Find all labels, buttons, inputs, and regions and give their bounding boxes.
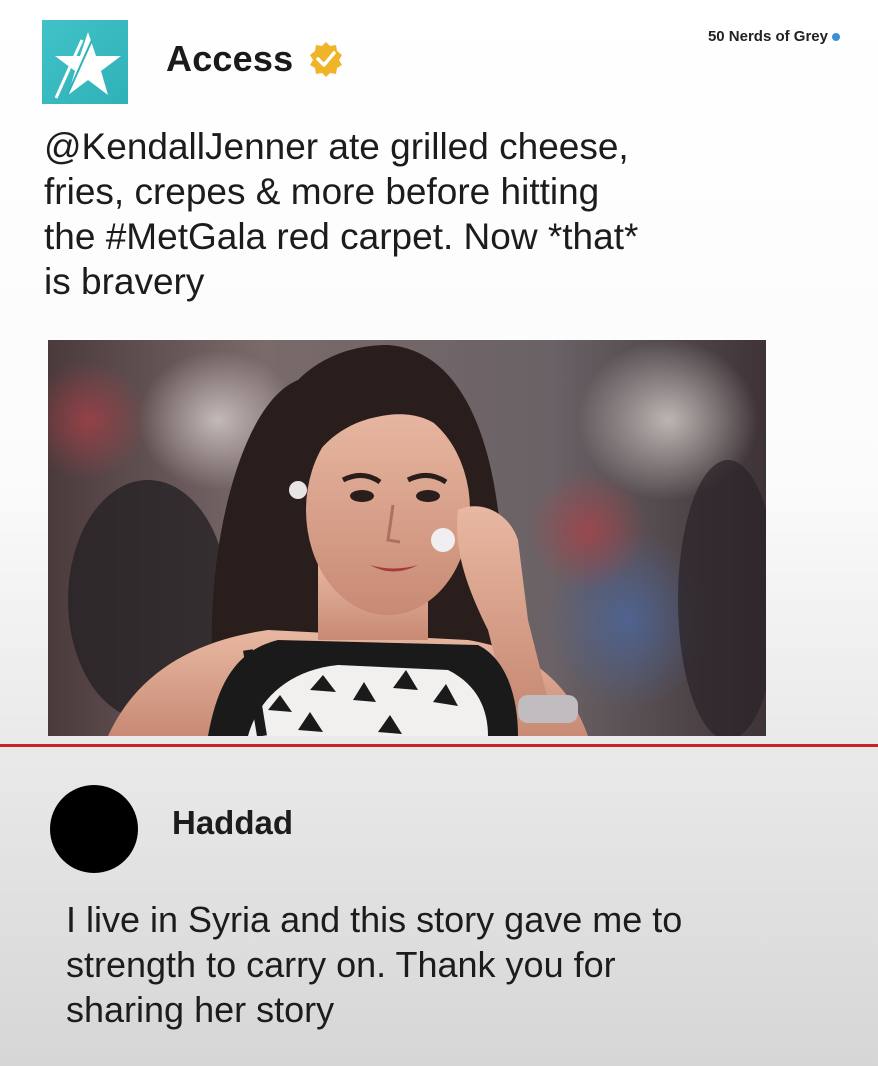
reply-text: I live in Syria and this story gave me t… [66, 899, 683, 1030]
reply-avatar[interactable] [50, 785, 138, 873]
watermark: 50 Nerds of Grey [708, 28, 840, 45]
reply-card: Haddad I live in Syria and this story ga… [0, 747, 878, 1066]
post-card: Access 50 Nerds of Grey @KendallJenner a… [0, 0, 878, 745]
watermark-dot-icon [832, 32, 840, 41]
post-text: @KendallJenner ate grilled cheese, fries… [44, 126, 639, 302]
portrait-photo [48, 340, 766, 736]
star-icon [54, 32, 121, 99]
reply-author[interactable]: Haddad [172, 804, 293, 842]
access-logo[interactable] [42, 20, 128, 104]
account-name[interactable]: Access [166, 38, 293, 80]
verified-badge-icon [310, 42, 342, 77]
watermark-text: 50 Nerds of Grey [707, 28, 828, 45]
post-photo[interactable] [48, 340, 766, 736]
